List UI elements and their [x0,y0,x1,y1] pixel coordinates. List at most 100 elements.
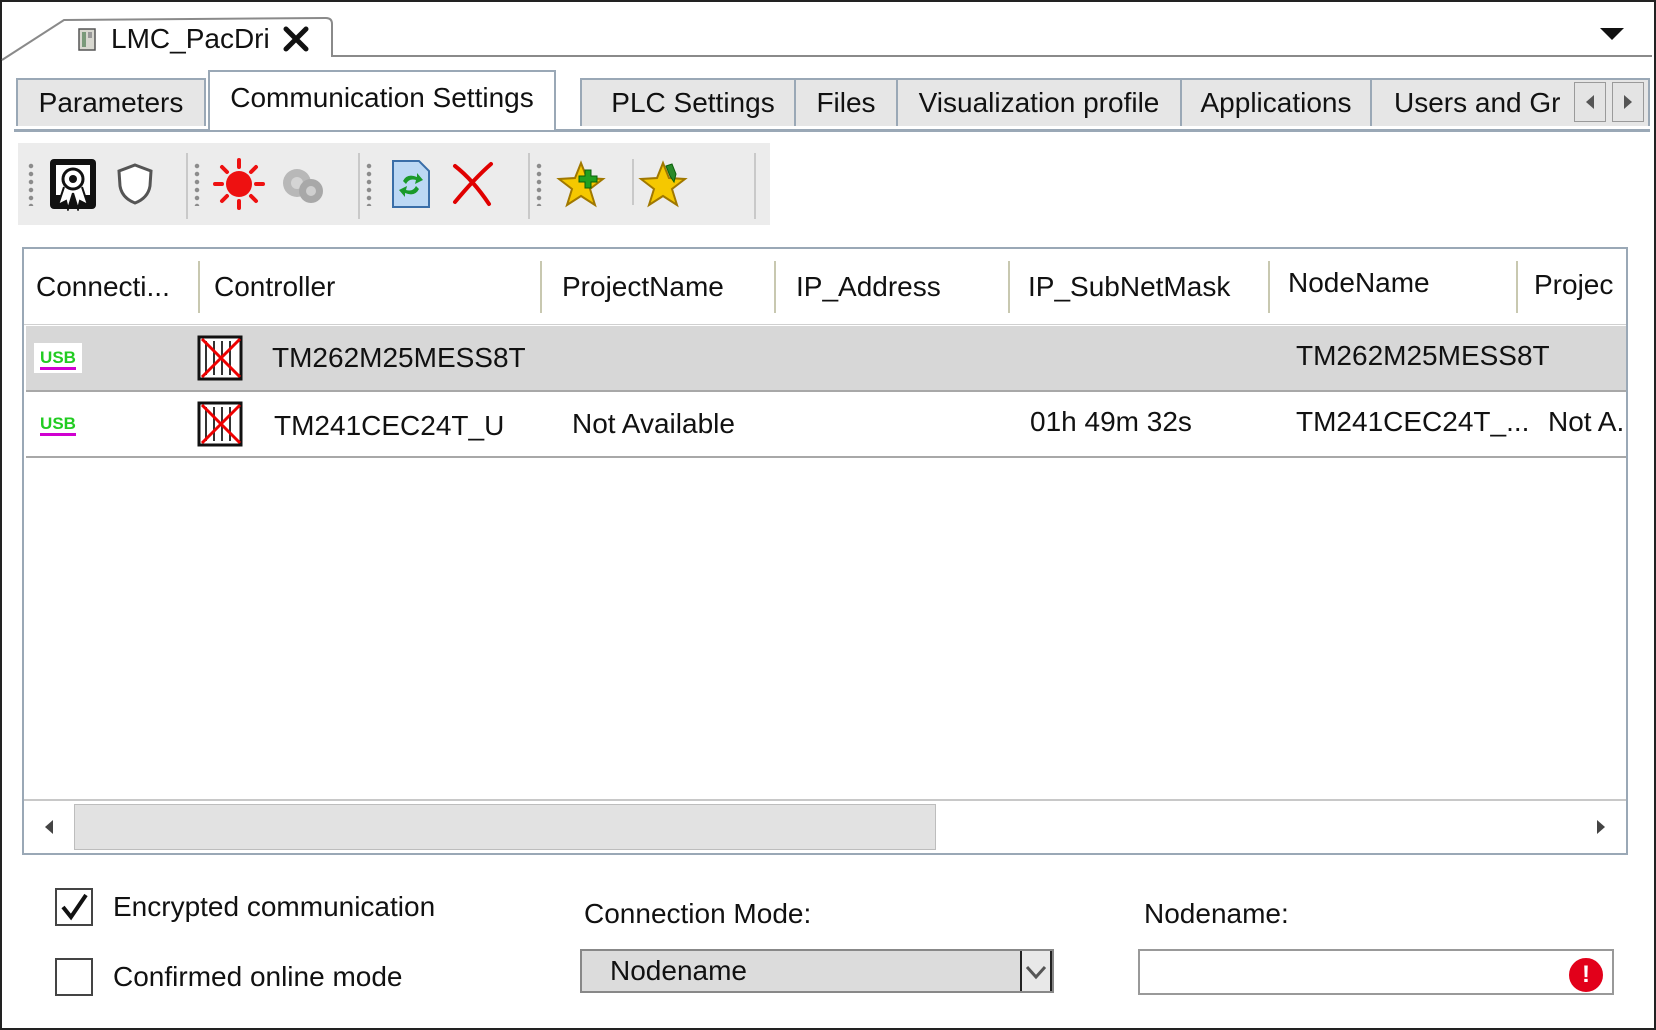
toolbar-grip[interactable] [366,162,372,206]
toolbar-separator [528,153,530,219]
remove-button[interactable] [442,153,504,215]
tab-scroll-right-button[interactable] [1612,82,1644,122]
confirmed-online-mode-option: Confirmed online mode [55,958,403,996]
project-name: Not Available [572,408,735,439]
chevron-right-icon [1624,95,1632,109]
refresh-icon [392,160,430,208]
column-header-nodename[interactable]: NodeName [1288,249,1518,320]
ip-subnet: 01h 49m 32s [1030,406,1192,437]
connection-mode-dropdown-button[interactable] [1020,951,1052,991]
scroll-right-button[interactable] [1576,801,1626,853]
refresh-button[interactable] [380,153,442,215]
project-column-value: Not A... [1548,406,1626,437]
column-separator[interactable] [540,261,542,313]
table-row[interactable]: USB TM241CEC24T_U Not Available 01h 49m … [26,392,1626,458]
horizontal-scrollbar[interactable] [24,799,1626,853]
node-name: TM262M25MESS8T [1296,340,1550,371]
toolbar-separator [358,153,360,219]
column-header-ip-address[interactable]: IP_Address [796,249,996,324]
tab-parameters[interactable]: Parameters [16,78,206,126]
ip-subnet [1026,326,1266,390]
column-header-projectname[interactable]: ProjectName [562,249,762,324]
tab-visualization-profile[interactable]: Visualization profile [896,78,1182,126]
ip-address [776,326,1006,390]
tab-files[interactable]: Files [794,78,898,126]
connection-mode-label: Connection Mode: [584,898,812,929]
tab-users-and-groups[interactable]: Users and Gr [1370,78,1650,126]
table-header: Connecti... Controller ProjectName IP_Ad… [24,249,1626,325]
checkmark-icon [61,893,88,921]
toolbar-grip[interactable] [194,162,200,206]
toolbar-group-device [190,149,332,219]
shield-icon [117,163,153,205]
toolbar-group-security [24,149,166,219]
certificate-icon [50,159,96,211]
svg-text:USB: USB [40,348,76,367]
tab-plc-settings[interactable]: PLC Settings [580,78,806,126]
device-table: Connecti... Controller ProjectName IP_Ad… [22,247,1628,855]
certificate-button[interactable] [42,153,104,215]
tab-scroll-left-button[interactable] [1574,82,1606,122]
controller-name: TM241CEC24T_U [274,410,505,441]
toolbar-separator [632,159,634,205]
project-name [540,326,760,390]
controller-icon [196,392,250,456]
usb-connection-icon: USB [34,392,94,456]
device-editor-icon [78,28,96,51]
chevron-left-icon [45,820,53,834]
toolbar-separator [754,153,756,219]
toolbar [18,143,770,225]
toolbar-group-list [362,149,504,219]
add-favorite-button[interactable] [550,153,612,215]
edit-favorite-icon [638,160,688,208]
column-header-ip-subnetmask[interactable]: IP_SubNetMask [1028,249,1268,324]
toolbar-grip[interactable] [28,162,34,206]
device-settings-button[interactable] [270,153,332,215]
chevron-down-icon [1025,965,1047,980]
shield-button[interactable] [104,153,166,215]
encrypted-communication-option: Encrypted communication [55,888,435,926]
close-icon[interactable] [282,25,310,53]
nodename-field[interactable]: ! [1138,949,1614,995]
column-header-projec[interactable]: Projec [1534,249,1626,322]
confirmed-online-mode-label: Confirmed online mode [113,961,403,992]
toolbar-grip[interactable] [536,162,542,206]
column-header-connection[interactable]: Connecti... [36,249,196,324]
usb-connection-icon: USB [34,326,94,390]
tab-applications[interactable]: Applications [1180,78,1372,126]
svg-text:USB: USB [40,414,76,433]
chevron-left-icon [1586,95,1594,109]
column-header-controller[interactable]: Controller [214,249,534,324]
encrypted-communication-label: Encrypted communication [113,891,436,922]
settings-tabs: Parameters Communication Settings PLC Se… [14,70,1650,132]
document-tab-title: LMC_PacDri [111,23,270,54]
scroll-left-button[interactable] [24,801,74,853]
add-favorite-icon [556,160,606,208]
column-separator[interactable] [1516,261,1518,313]
ip-address [776,392,1006,456]
nodename-label: Nodename: [1144,898,1289,929]
wink-icon [213,158,265,210]
connection-mode-value: Nodename [610,955,747,986]
column-separator[interactable] [1008,261,1010,313]
toolbar-separator [186,153,188,219]
column-separator[interactable] [774,261,776,313]
gear-icon [283,169,323,203]
connection-mode-select[interactable]: Nodename [580,949,1054,993]
controller-name: TM262M25MESS8T [272,342,526,373]
tab-communication-settings[interactable]: Communication Settings [208,70,556,130]
node-name: TM241CEC24T_... [1296,406,1530,437]
column-separator[interactable] [198,261,200,313]
controller-icon [196,326,250,390]
edit-favorite-button[interactable] [632,153,694,215]
scrollbar-thumb[interactable] [74,804,936,850]
toolbar-group-favorites [532,149,694,219]
wink-button[interactable] [208,153,270,215]
confirmed-online-mode-checkbox[interactable] [55,958,93,996]
encrypted-communication-checkbox[interactable] [55,888,93,926]
table-row[interactable]: USB TM262M25MESS8T TM262M25MESS8T [26,326,1626,392]
column-separator[interactable] [1268,261,1270,313]
chevron-down-icon[interactable] [1600,26,1624,42]
error-icon: ! [1568,957,1604,993]
document-tab[interactable]: LMC_PacDri [75,18,330,60]
